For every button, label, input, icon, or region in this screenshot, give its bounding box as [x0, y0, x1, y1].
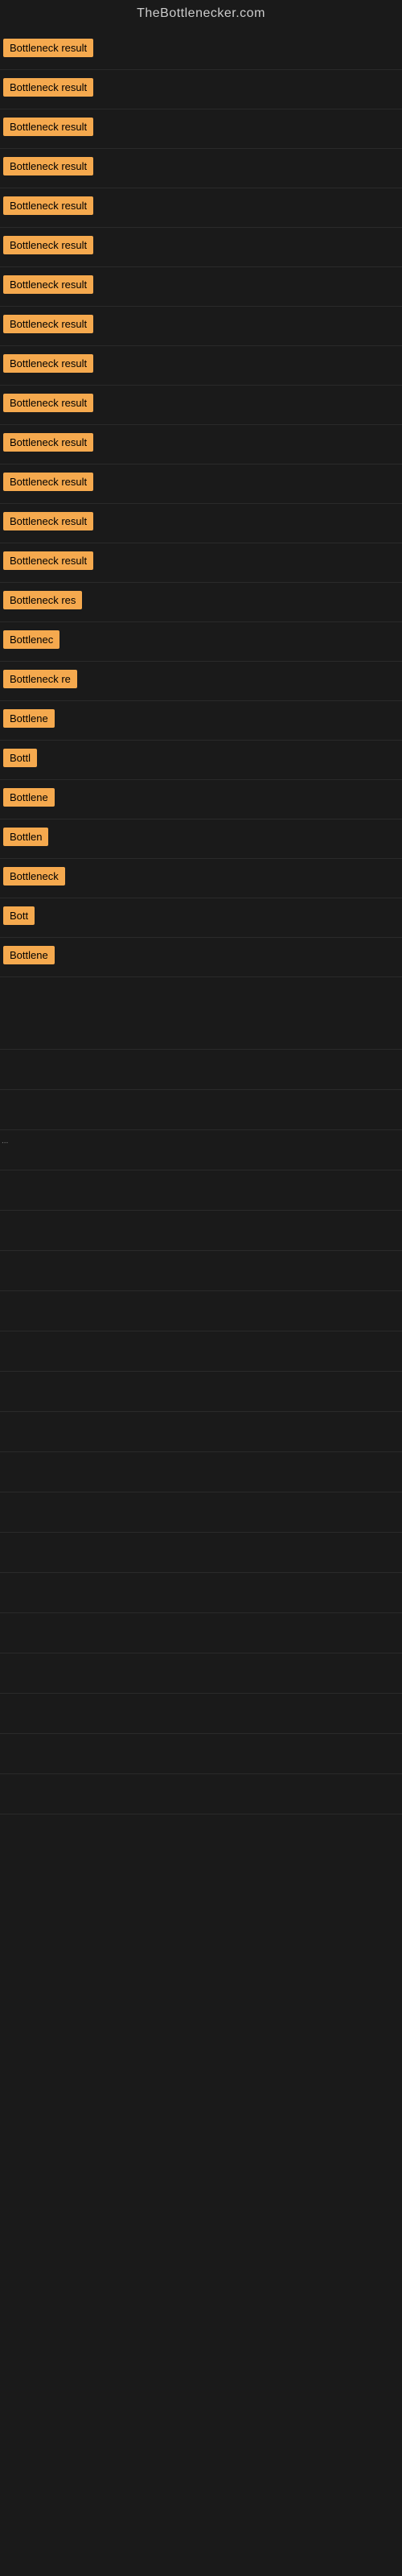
bottleneck-result-badge[interactable]: Bottleneck result	[3, 551, 93, 570]
bottleneck-result-badge[interactable]: Bottleneck result	[3, 394, 93, 412]
list-item: Bottleneck result	[0, 188, 402, 228]
bottleneck-result-badge[interactable]: Bottleneck result	[3, 275, 93, 294]
list-item: Bottleneck result	[0, 543, 402, 583]
list-item: Bottleneck result	[0, 425, 402, 464]
bottleneck-result-badge[interactable]: Bottleneck res	[3, 591, 82, 609]
bottleneck-result-badge[interactable]: Bottleneck result	[3, 39, 93, 57]
list-item: Bottleneck re	[0, 662, 402, 701]
list-item: Bott	[0, 898, 402, 938]
bottleneck-result-badge[interactable]: Bottleneck re	[3, 670, 77, 688]
list-item: Bottlene	[0, 938, 402, 977]
bottleneck-result-badge[interactable]: Bottleneck result	[3, 315, 93, 333]
list-item: Bottleneck	[0, 859, 402, 898]
bottleneck-result-badge[interactable]: Bottlene	[3, 709, 55, 728]
bottleneck-result-badge[interactable]: Bottleneck result	[3, 78, 93, 97]
bottleneck-result-badge[interactable]: Bottleneck result	[3, 196, 93, 215]
list-item: Bottlene	[0, 780, 402, 819]
bottleneck-result-badge[interactable]: Bottleneck result	[3, 433, 93, 452]
bottleneck-result-badge[interactable]: Bottlen	[3, 828, 48, 846]
list-item: Bottlenec	[0, 622, 402, 662]
list-item: Bottleneck result	[0, 464, 402, 504]
bottleneck-result-badge[interactable]: Bottleneck result	[3, 473, 93, 491]
list-item: Bottleneck result	[0, 307, 402, 346]
list-item: Bottlen	[0, 819, 402, 859]
bottleneck-result-badge[interactable]: Bottlene	[3, 788, 55, 807]
bottleneck-result-badge[interactable]: Bottleneck result	[3, 512, 93, 530]
list-item: Bottleneck result	[0, 346, 402, 386]
bottleneck-result-badge[interactable]: Bottleneck result	[3, 236, 93, 254]
bottleneck-result-badge[interactable]: Bottlene	[3, 946, 55, 964]
bottleneck-result-badge[interactable]: Bottleneck	[3, 867, 65, 886]
list-item: Bottleneck result	[0, 228, 402, 267]
site-title: TheBottlenecker.com	[0, 0, 402, 31]
list-item: Bottleneck result	[0, 31, 402, 70]
bottleneck-result-badge[interactable]: Bottleneck result	[3, 118, 93, 136]
list-item: Bottleneck result	[0, 267, 402, 307]
bottleneck-result-badge[interactable]: Bottl	[3, 749, 37, 767]
bottleneck-result-badge[interactable]: Bottleneck result	[3, 157, 93, 175]
list-item: Bottleneck result	[0, 109, 402, 149]
list-item: Bottl	[0, 741, 402, 780]
ellipsis-marker: ...	[2, 1137, 8, 1146]
list-item: Bottleneck result	[0, 504, 402, 543]
list-item: Bottleneck result	[0, 386, 402, 425]
list-item: Bottleneck result	[0, 70, 402, 109]
bottleneck-result-badge[interactable]: Bottleneck result	[3, 354, 93, 373]
bottleneck-result-badge[interactable]: Bott	[3, 906, 35, 925]
bottleneck-result-badge[interactable]: Bottlenec	[3, 630, 59, 649]
list-item: Bottlene	[0, 701, 402, 741]
list-item: Bottleneck res	[0, 583, 402, 622]
list-item: Bottleneck result	[0, 149, 402, 188]
